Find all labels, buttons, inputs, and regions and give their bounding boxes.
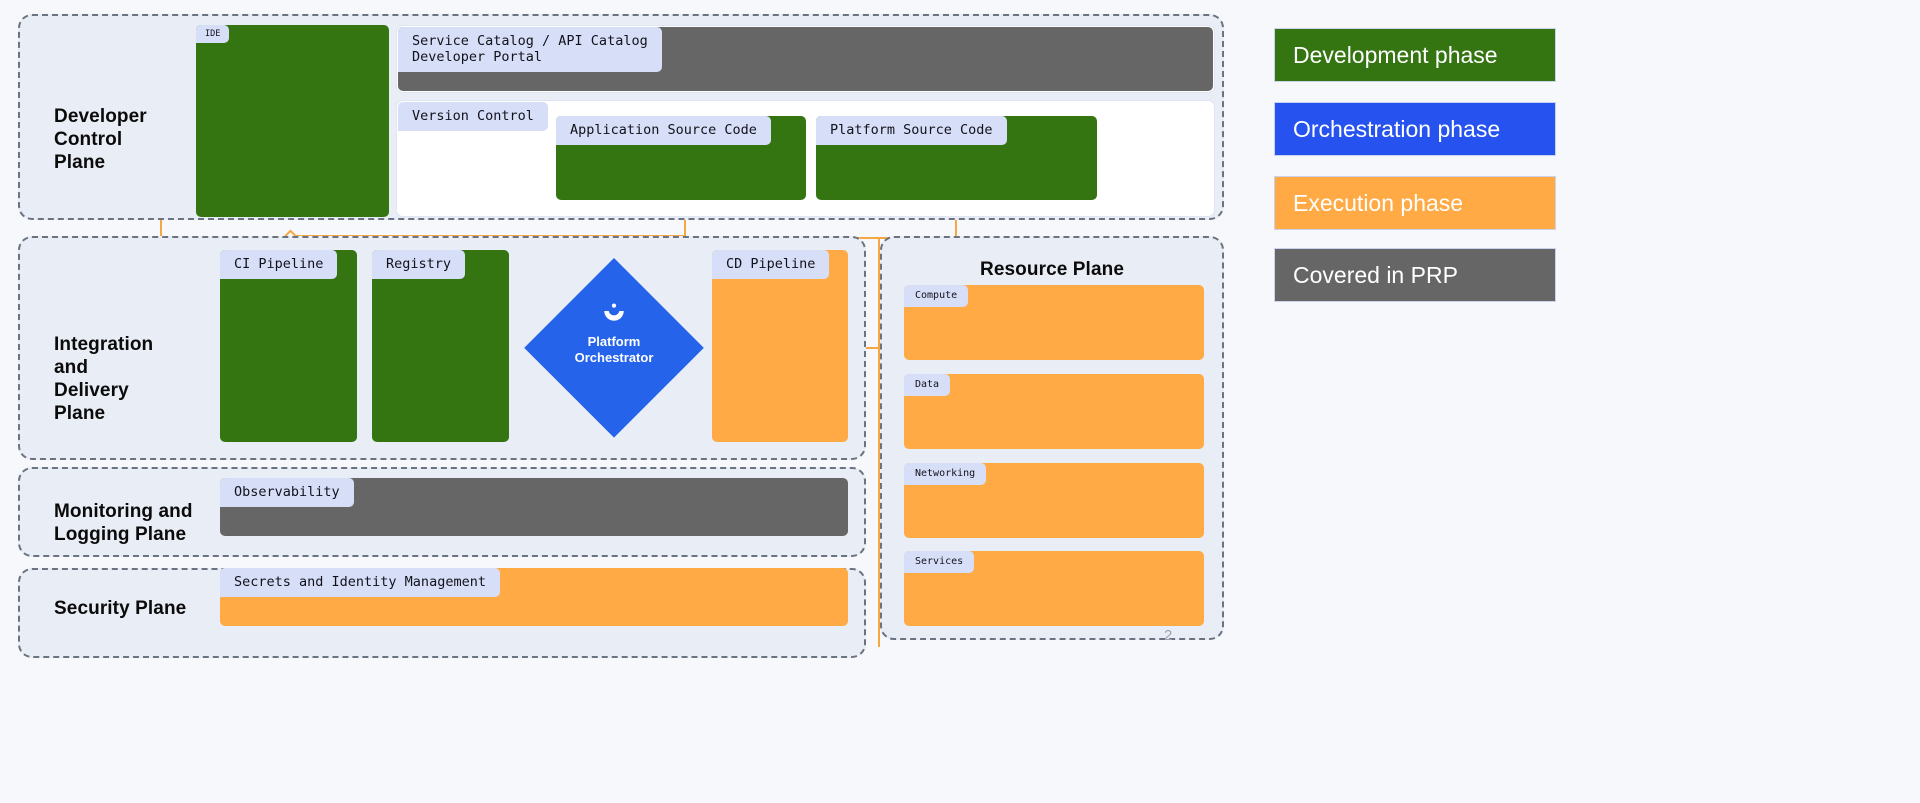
card-ci-pipeline[interactable]: CI Pipeline [220, 250, 357, 442]
card-platform-source-code-label: Platform Source Code [816, 116, 1007, 145]
card-ide[interactable]: IDE [196, 25, 389, 217]
plane-title-security: Security Plane [54, 598, 187, 619]
card-secrets-identity-management[interactable]: Secrets and Identity Management [220, 568, 848, 626]
card-application-source-code[interactable]: Application Source Code [556, 116, 806, 200]
card-secrets-identity-management-label: Secrets and Identity Management [220, 568, 500, 597]
card-compute[interactable]: Compute [904, 285, 1204, 360]
card-observability[interactable]: Observability [220, 478, 848, 536]
mlp-title-line2: Logging Plane [54, 524, 187, 545]
legend-item-orchestration-phase[interactable]: Orchestration phase [1274, 102, 1556, 156]
card-ide-body [196, 25, 389, 217]
legend: Development phase Orchestration phase Ex… [1274, 28, 1558, 303]
mlp-title-line1: Monitoring and [54, 501, 193, 522]
card-services[interactable]: Services [904, 551, 1204, 626]
card-observability-label: Observability [220, 478, 354, 507]
legend-label-execution-phase: Execution phase [1293, 189, 1464, 216]
idp-title-line4: Plane [54, 403, 106, 424]
idp-title-line1: Integration [54, 334, 154, 355]
card-ide-label: IDE [196, 25, 230, 43]
legend-item-development-phase[interactable]: Development phase [1274, 28, 1556, 82]
card-registry-label: Registry [372, 250, 466, 279]
card-registry[interactable]: Registry [372, 250, 509, 442]
card-data-label: Data [904, 374, 951, 396]
card-service-catalog-label: Service Catalog / API Catalog Developer … [398, 27, 662, 72]
card-version-control-label: Version Control [398, 102, 548, 131]
plane-title-resource: Resource Plane [980, 259, 1124, 280]
diagram-canvas: Developer Control Plane IDE Service Catalo… [0, 0, 1920, 803]
card-cd-pipeline[interactable]: CD Pipeline [712, 250, 848, 442]
idp-title-line3: Delivery [54, 380, 129, 401]
orchestrator-line1: Platform [587, 334, 641, 349]
card-service-catalog[interactable]: Service Catalog / API Catalog Developer … [398, 27, 1213, 91]
card-networking[interactable]: Networking [904, 463, 1204, 538]
platform-orchestrator-label: Platform Orchestrator [524, 334, 704, 366]
idp-title-line2: and [54, 357, 89, 378]
card-application-source-code-label: Application Source Code [556, 116, 771, 145]
plane-title-developer-control: Developer Control Plane [54, 105, 214, 174]
legend-item-covered-in-prp[interactable]: Covered in PRP [1274, 248, 1556, 302]
plane-title-line1: Developer [54, 106, 147, 127]
card-platform-source-code[interactable]: Platform Source Code [816, 116, 1097, 200]
legend-label-covered-in-prp: Covered in PRP [1293, 261, 1458, 288]
orchestrator-line2: Orchestrator [574, 350, 654, 365]
plane-title-integration-delivery: Integration and Delivery Plane [54, 333, 214, 425]
card-services-label: Services [904, 551, 975, 573]
humanitec-bowl-icon [604, 303, 624, 321]
page-number: 2 [1164, 627, 1173, 644]
plane-title-line2: Control [54, 129, 123, 150]
card-networking-label: Networking [904, 463, 987, 485]
card-ci-pipeline-label: CI Pipeline [220, 250, 338, 279]
card-data[interactable]: Data [904, 374, 1204, 449]
legend-label-orchestration-phase: Orchestration phase [1293, 115, 1501, 142]
plane-title-monitoring-logging: Monitoring and Logging Plane [54, 500, 234, 546]
plane-title-line3: Plane [54, 152, 106, 173]
platform-orchestrator[interactable]: Platform Orchestrator [524, 258, 704, 438]
legend-label-development-phase: Development phase [1293, 41, 1498, 68]
legend-item-execution-phase[interactable]: Execution phase [1274, 176, 1556, 230]
card-compute-label: Compute [904, 285, 969, 307]
card-cd-pipeline-label: CD Pipeline [712, 250, 830, 279]
